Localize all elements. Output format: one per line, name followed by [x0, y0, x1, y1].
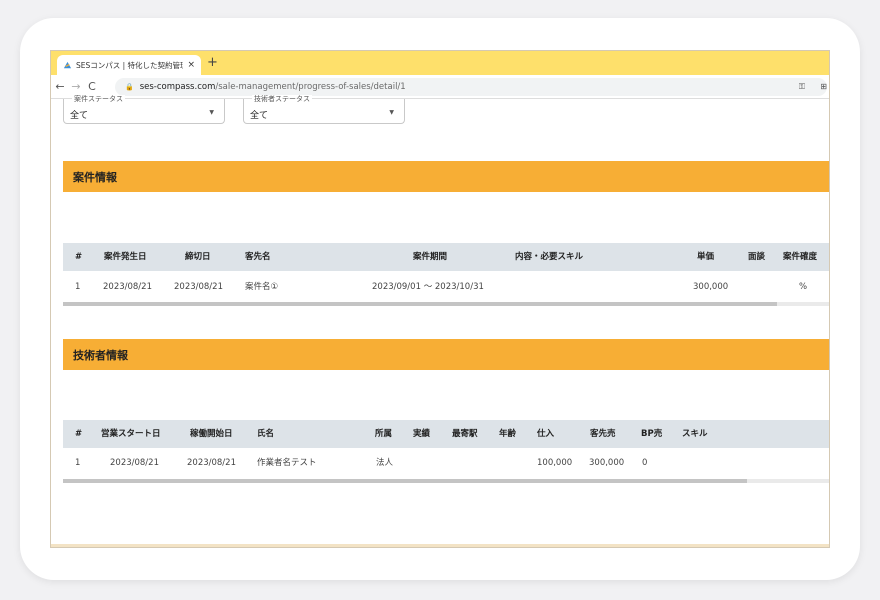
col-header: 稼働開始日 — [190, 429, 233, 439]
engineer-table-header: # 営業スタート日 稼働開始日 氏名 所属 実績 最寄駅 年齢 仕入 客先売 B… — [63, 420, 829, 448]
col-header: BP売 — [641, 429, 663, 439]
engineer-status-value: 全て — [250, 111, 269, 121]
engineer-section-header: 技術者情報 — [63, 339, 829, 370]
new-tab-button[interactable]: + — [207, 55, 218, 71]
col-header: 案件期間 — [413, 252, 448, 262]
cell-client-sales: 300,000 — [589, 458, 625, 468]
engineer-table-scrollbar[interactable] — [63, 479, 829, 483]
cell-index: 1 — [75, 458, 81, 468]
project-status-value: 全て — [70, 111, 89, 121]
cell-affiliation: 法人 — [376, 458, 394, 468]
scrollbar-thumb[interactable] — [63, 479, 747, 483]
browser-tab[interactable]: SESコンパス | 特化した契約管理・… × — [57, 55, 201, 75]
navigation-bar: ← → C 🔒 ses-compass.com /sale-management… — [51, 75, 829, 99]
cell-sales-start: 2023/08/21 — [110, 458, 159, 468]
col-header: スキル — [682, 429, 708, 439]
project-section-header: 案件情報 — [63, 161, 829, 192]
col-header: 締切日 — [185, 252, 211, 262]
lock-icon: 🔒 — [125, 83, 134, 91]
back-arrow-icon[interactable]: ← — [53, 80, 67, 93]
col-header: 案件確度 — [783, 252, 818, 262]
table-row[interactable]: 1 2023/08/21 2023/08/21 作業者名テスト 法人 100,0… — [63, 449, 829, 477]
col-header: 客先名 — [245, 252, 271, 262]
col-header: 内容・必要スキル — [515, 252, 584, 262]
chevron-down-icon: ▼ — [389, 109, 394, 116]
compass-favicon-icon — [63, 61, 72, 68]
url-path: /sale-management/progress-of-sales/detai… — [215, 82, 406, 92]
col-header: 客先売 — [590, 429, 616, 439]
cell-period: 2023/09/01 ～ 2023/10/31 — [372, 282, 484, 292]
page-bottom-edge — [51, 544, 829, 547]
col-header: 仕入 — [537, 429, 555, 439]
cell-name: 作業者名テスト — [257, 458, 317, 468]
cell-purchase: 100,000 — [537, 458, 573, 468]
cell-index: 1 — [75, 282, 81, 292]
reload-icon[interactable]: C — [85, 80, 99, 93]
tab-title: SESコンパス | 特化した契約管理・… — [76, 60, 183, 70]
forward-arrow-icon[interactable]: → — [69, 80, 83, 93]
table-row[interactable]: 1 2023/08/21 2023/08/21 案件名① 2023/09/01 … — [63, 273, 829, 301]
col-header: 年齢 — [499, 429, 517, 439]
tab-strip: SESコンパス | 特化した契約管理・… × + — [51, 51, 829, 75]
col-header: 営業スタート日 — [101, 429, 161, 439]
cell-occur-date: 2023/08/21 — [103, 282, 152, 292]
col-header: 実績 — [413, 429, 431, 439]
page-content: 案件ステータス 全て ▼ 技術者ステータス 全て ▼ 案件情報 # 案件発生日 … — [51, 95, 829, 547]
col-header: 最寄駅 — [452, 429, 478, 439]
col-header: 所属 — [375, 429, 393, 439]
cell-unit-price: 300,000 — [693, 282, 729, 292]
scrollbar-thumb[interactable] — [63, 302, 778, 306]
col-header: # — [75, 252, 83, 262]
project-status-label: 案件ステータス — [72, 95, 125, 103]
col-header: # — [75, 429, 83, 439]
address-bar[interactable]: 🔒 ses-compass.com /sale-management/progr… — [115, 78, 827, 96]
col-header: 案件発生日 — [104, 252, 147, 262]
col-header: 氏名 — [257, 429, 275, 439]
project-table-scrollbar[interactable] — [63, 302, 829, 306]
cell-deadline: 2023/08/21 — [174, 282, 223, 292]
close-tab-icon[interactable]: × — [187, 60, 195, 70]
cell-client: 案件名① — [245, 282, 279, 292]
engineer-status-select[interactable]: 技術者ステータス 全て ▼ — [243, 95, 405, 124]
col-header: 単価 — [697, 252, 715, 262]
key-icon[interactable]: ⚿ — [799, 82, 805, 92]
cell-work-start: 2023/08/21 — [187, 458, 236, 468]
url-host: ses-compass.com — [139, 82, 216, 92]
browser-window: SESコンパス | 特化した契約管理・… × + ← → C 🔒 ses-com… — [50, 50, 830, 548]
project-status-select[interactable]: 案件ステータス 全て ▼ — [63, 95, 225, 124]
cell-bp-sales: 0 — [642, 458, 648, 468]
cell-certainty: % — [799, 282, 808, 292]
col-header: 面談 — [748, 252, 766, 262]
extension-icon[interactable]: ⊞ — [820, 82, 827, 91]
project-table-header: # 案件発生日 締切日 客先名 案件期間 内容・必要スキル 単価 面談 案件確度 — [63, 243, 829, 271]
engineer-status-label: 技術者ステータス — [252, 95, 312, 103]
chevron-down-icon: ▼ — [209, 109, 214, 116]
